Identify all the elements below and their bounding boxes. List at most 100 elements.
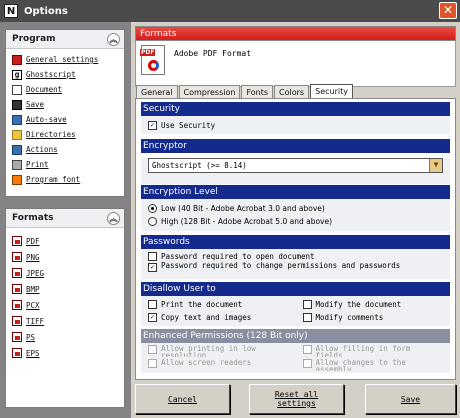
sidebar-item-actions[interactable]: Actions (6, 142, 124, 157)
eps-file-icon (12, 348, 22, 358)
disallow-modify-comments-checkbox[interactable]: Modify comments (296, 311, 451, 324)
disallow-section: Disallow User to Print the document ✓ Cop… (141, 282, 450, 326)
enhanced-permissions-section: Enhanced Permissions (128 Bit only) Allo… (141, 329, 450, 373)
ps-file-icon (12, 332, 22, 342)
sidebar-item-program-font[interactable]: Program font (6, 172, 124, 187)
bmp-file-icon (12, 284, 22, 294)
format-item-tiff[interactable]: TIFF (6, 313, 124, 329)
pdf-file-icon (12, 236, 22, 246)
actions-icon (12, 144, 22, 155)
program-panel-header[interactable]: Program ︽ (6, 30, 124, 49)
encryption-low-radio[interactable]: Low (40 Bit - Adobe Acrobat 3.0 and abov… (141, 202, 450, 215)
checkbox-checked-icon: ✓ (148, 121, 157, 130)
formats-header-bar: Formats (135, 26, 456, 41)
program-panel: Program ︽ General settings g Ghostscript … (5, 29, 125, 197)
enhanced-permissions-header: Enhanced Permissions (128 Bit only) (141, 329, 450, 343)
font-icon (12, 174, 22, 185)
tab-security[interactable]: Security (310, 84, 353, 99)
passwords-section: Passwords Password required to open docu… (141, 235, 450, 279)
sidebar-item-save[interactable]: Save (6, 97, 124, 112)
checkbox-disabled-icon (302, 345, 312, 354)
encryptor-section-header: Encryptor (141, 139, 450, 153)
security-tab-panel: Security ✓ Use Security Encryptor Ghosts… (135, 98, 456, 380)
settings-icon (12, 54, 22, 65)
sidebar-item-general-settings[interactable]: General settings (6, 52, 124, 67)
pdf-logo-icon: PDF (140, 45, 165, 75)
checkbox-checked-icon: ✓ (148, 313, 157, 322)
allow-form-fill-checkbox[interactable]: Allow filling in form fields (296, 345, 451, 359)
tab-strip: General Compression Fonts Colors Securit… (136, 84, 354, 99)
use-security-checkbox[interactable]: ✓ Use Security (141, 119, 450, 132)
radio-empty-icon (148, 217, 157, 226)
save-button[interactable]: Save (365, 384, 456, 414)
printer-icon (12, 159, 22, 170)
checkbox-empty-icon (302, 313, 312, 322)
folder-icon (12, 129, 22, 140)
sidebar-item-print[interactable]: Print (6, 157, 124, 172)
window-title: Options (24, 5, 68, 17)
format-item-ps[interactable]: PS (6, 329, 124, 345)
tab-compression[interactable]: Compression (178, 85, 241, 99)
floppy-icon (12, 99, 22, 110)
format-item-png[interactable]: PNG (6, 249, 124, 265)
sidebar-item-ghostscript[interactable]: g Ghostscript (6, 67, 124, 82)
sidebar-item-directories[interactable]: Directories (6, 127, 124, 142)
jpeg-file-icon (12, 268, 22, 278)
formats-panel-title: Formats (12, 213, 54, 223)
close-icon: ✕ (442, 3, 454, 17)
security-section: Security ✓ Use Security (141, 102, 450, 134)
format-item-pcx[interactable]: PCX (6, 297, 124, 313)
disallow-header: Disallow User to (141, 282, 450, 296)
tab-colors[interactable]: Colors (274, 85, 310, 99)
checkbox-disabled-icon (148, 359, 157, 368)
checkbox-empty-icon (148, 300, 157, 309)
security-section-header: Security (141, 102, 450, 116)
radio-selected-icon (148, 204, 157, 213)
autosave-icon (12, 114, 22, 125)
allow-assembly-change-checkbox[interactable]: Allow changes to the assembly (296, 359, 451, 373)
checkbox-checked-icon: ✓ (148, 263, 157, 272)
close-button[interactable]: ✕ (439, 2, 457, 19)
ghostscript-icon: g (12, 69, 22, 80)
formats-panel-header[interactable]: Formats ︽ (6, 209, 124, 228)
document-icon (12, 84, 22, 95)
allow-screen-readers-checkbox[interactable]: Allow screen readers (141, 359, 296, 373)
cancel-button[interactable]: Cancel (135, 384, 230, 414)
format-name: Adobe PDF Format (174, 49, 252, 58)
left-panel: Program ︽ General settings g Ghostscript … (0, 22, 131, 418)
format-header: PDF Adobe PDF Format (135, 41, 456, 87)
checkbox-disabled-icon (148, 345, 157, 354)
format-item-pdf[interactable]: PDF (6, 233, 124, 249)
format-item-eps[interactable]: EPS (6, 345, 124, 361)
chevron-down-icon[interactable]: ▼ (429, 159, 442, 172)
collapse-chevron-icon[interactable]: ︽ (107, 211, 120, 225)
format-item-jpeg[interactable]: JPEG (6, 265, 124, 281)
encryptor-select[interactable]: Ghostscript (>= 8.14) ▼ (148, 158, 443, 173)
tab-general[interactable]: General (136, 85, 178, 99)
password-permissions-checkbox[interactable]: ✓ Password required to change permission… (141, 262, 450, 279)
disallow-copy-checkbox[interactable]: ✓ Copy text and images (141, 311, 296, 324)
tiff-file-icon (12, 316, 22, 326)
program-panel-title: Program (12, 34, 56, 44)
encryption-level-header: Encryption Level (141, 185, 450, 199)
formats-panel: Formats ︽ PDF PNG JPEG BMP PCX TIFF PS E… (5, 208, 125, 408)
passwords-header: Passwords (141, 235, 450, 249)
collapse-chevron-icon[interactable]: ︽ (107, 32, 120, 46)
encryption-level-section: Encryption Level Low (40 Bit - Adobe Acr… (141, 185, 450, 231)
title-bar: N Options ✕ (0, 0, 460, 22)
checkbox-disabled-icon (302, 359, 312, 368)
sidebar-item-auto-save[interactable]: Auto-save (6, 112, 124, 127)
encryption-high-radio[interactable]: High (128 Bit - Adobe Acrobat 5.0 and ab… (141, 215, 450, 228)
format-item-bmp[interactable]: BMP (6, 281, 124, 297)
checkbox-empty-icon (148, 252, 157, 261)
reset-all-settings-button[interactable]: Reset all settings (249, 384, 344, 414)
sidebar-item-document[interactable]: Document (6, 82, 124, 97)
png-file-icon (12, 252, 22, 262)
allow-low-res-print-checkbox[interactable]: Allow printing in low resolution (141, 345, 296, 359)
tab-fonts[interactable]: Fonts (241, 85, 274, 99)
disallow-print-checkbox[interactable]: Print the document (141, 298, 296, 311)
app-icon: N (4, 4, 18, 18)
main-area: Formats PDF Adobe PDF Format General Com… (131, 22, 460, 418)
disallow-modify-doc-checkbox[interactable]: Modify the document (296, 298, 451, 311)
pcx-file-icon (12, 300, 22, 310)
